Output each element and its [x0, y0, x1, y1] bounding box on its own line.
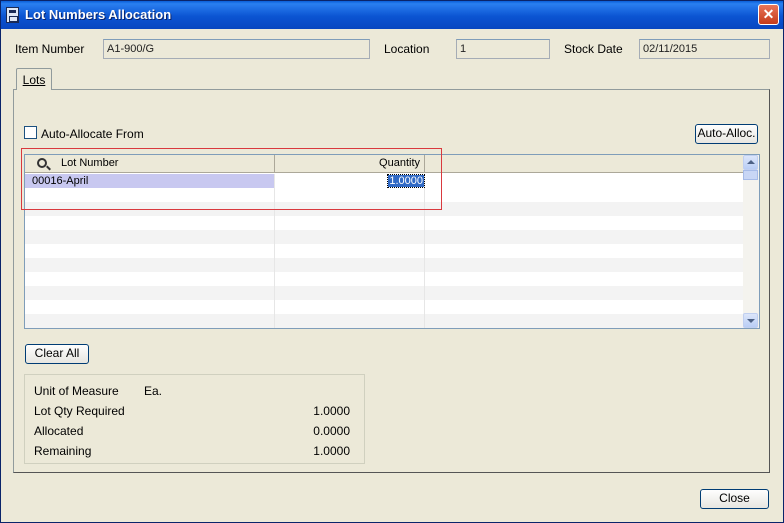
table-row[interactable]	[25, 216, 744, 230]
window-title: Lot Numbers Allocation	[25, 7, 172, 22]
tab-lots[interactable]: Lots	[16, 68, 52, 90]
unit-of-measure-label: Unit of Measure	[34, 384, 119, 398]
stock-date-label: Stock Date	[564, 42, 623, 56]
auto-alloc-button[interactable]: Auto-Alloc.	[695, 124, 758, 144]
unit-of-measure-value: Ea.	[144, 384, 163, 398]
item-number-label: Item Number	[15, 42, 85, 56]
title-bar[interactable]: Lot Numbers Allocation ✕	[1, 1, 783, 29]
scroll-thumb[interactable]	[743, 170, 758, 180]
clear-all-button[interactable]: Clear All	[25, 344, 89, 364]
scroll-down-icon[interactable]	[743, 313, 758, 328]
lot-qty-required-label: Lot Qty Required	[34, 404, 125, 418]
summary-row-lot-qty: Lot Qty Required 1.0000	[25, 404, 364, 418]
lot-qty-required-value: 1.0000	[313, 404, 350, 418]
allocated-value: 0.0000	[313, 424, 350, 438]
auto-allocate-label: Auto-Allocate From	[41, 127, 144, 141]
table-row[interactable]	[25, 286, 744, 300]
location-label: Location	[384, 42, 430, 56]
close-button[interactable]: Close	[700, 489, 769, 509]
vertical-scrollbar[interactable]	[743, 155, 759, 328]
auto-allocate-checkbox[interactable]	[24, 126, 37, 139]
summary-row-uom: Unit of Measure Ea.	[25, 384, 364, 398]
table-row[interactable]	[25, 300, 744, 314]
close-icon[interactable]: ✕	[758, 4, 779, 25]
save-disk-icon	[6, 7, 19, 23]
remaining-label: Remaining	[34, 444, 92, 458]
stock-date-field: 02/11/2015	[639, 39, 770, 59]
table-row[interactable]	[25, 244, 744, 258]
table-row[interactable]	[25, 230, 744, 244]
table-row[interactable]	[25, 314, 744, 328]
summary-row-allocated: Allocated 0.0000	[25, 424, 364, 438]
scroll-up-icon[interactable]	[743, 155, 758, 170]
summary-row-remaining: Remaining 1.0000	[25, 444, 364, 458]
location-field: 1	[456, 39, 550, 59]
allocated-label: Allocated	[34, 424, 84, 438]
allocation-summary: Unit of Measure Ea. Lot Qty Required 1.0…	[24, 374, 365, 464]
table-row[interactable]	[25, 272, 744, 286]
remaining-value: 1.0000	[313, 444, 350, 458]
lot-allocation-window: Lot Numbers Allocation ✕ Item Number A1-…	[0, 0, 784, 523]
tab-lots-label: Lots	[22, 73, 46, 87]
annotation-highlight-box	[21, 148, 442, 210]
table-row[interactable]	[25, 258, 744, 272]
item-number-field: A1-900/G	[103, 39, 370, 59]
